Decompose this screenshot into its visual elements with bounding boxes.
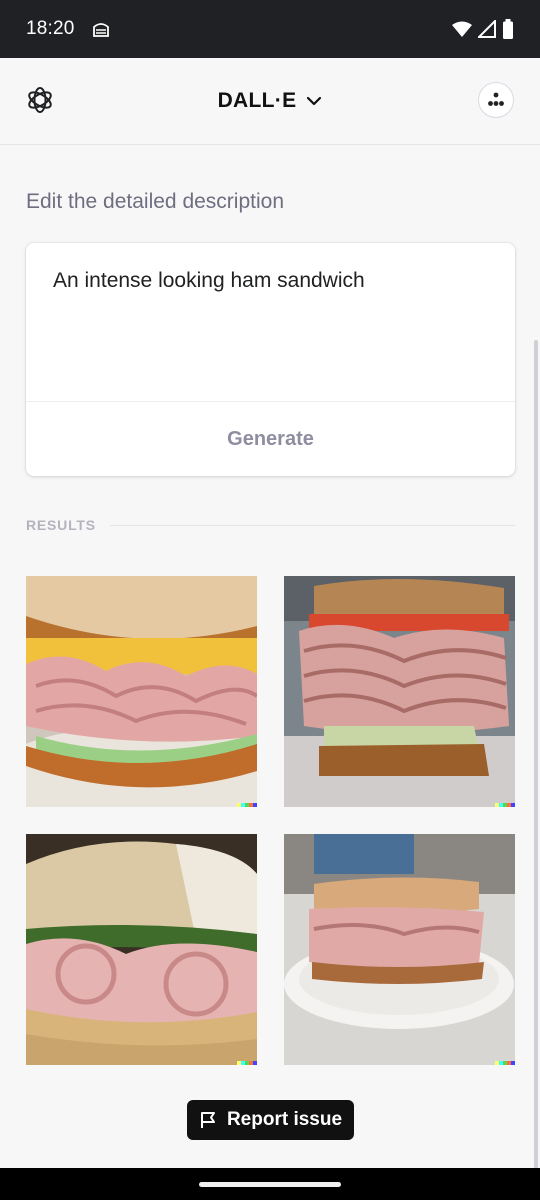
- results-divider: [109, 524, 515, 526]
- prompt-card: An intense looking ham sandwich Generate: [26, 243, 515, 476]
- results-header: RESULTS: [26, 514, 515, 536]
- status-bar: 18:20: [0, 0, 540, 58]
- title-dropdown[interactable]: DALL·E: [218, 89, 323, 113]
- watermark: [495, 803, 515, 807]
- sandwich-image-3: [26, 834, 257, 1065]
- scrollbar[interactable]: [534, 340, 538, 1170]
- avatar-dots-icon: [488, 92, 504, 106]
- results-label: RESULTS: [26, 517, 96, 533]
- status-time: 18:20: [26, 18, 75, 39]
- result-image-2[interactable]: [284, 576, 515, 807]
- sandwich-image-2: [284, 576, 515, 807]
- navigation-bar: [0, 1168, 540, 1200]
- watermark: [237, 1061, 257, 1065]
- wifi-icon: [452, 21, 472, 37]
- sandwich-image-4: [284, 834, 515, 1065]
- flag-icon: [200, 1112, 215, 1128]
- result-image-1[interactable]: [26, 576, 257, 807]
- prompt-input[interactable]: An intense looking ham sandwich: [53, 267, 493, 295]
- signal-icon: [478, 20, 496, 38]
- sandwich-image-1: [26, 576, 257, 807]
- report-issue-label: Report issue: [226, 1109, 343, 1130]
- battery-icon: [503, 19, 513, 39]
- generate-button[interactable]: Generate: [26, 402, 515, 476]
- result-image-4[interactable]: [284, 834, 515, 1065]
- watermark: [495, 1061, 515, 1065]
- home-gesture-pill[interactable]: [199, 1182, 341, 1187]
- app-header: DALL·E: [0, 58, 540, 145]
- chevron-down-icon: [307, 96, 322, 106]
- app-title: DALL·E: [217, 89, 297, 112]
- vpn-lock-icon: [92, 23, 109, 37]
- section-label: Edit the detailed description: [26, 190, 284, 213]
- result-image-3[interactable]: [26, 834, 257, 1065]
- openai-logo-icon[interactable]: [26, 86, 54, 114]
- avatar[interactable]: [478, 82, 514, 118]
- report-issue-button[interactable]: Report issue: [187, 1100, 354, 1140]
- watermark: [237, 803, 257, 807]
